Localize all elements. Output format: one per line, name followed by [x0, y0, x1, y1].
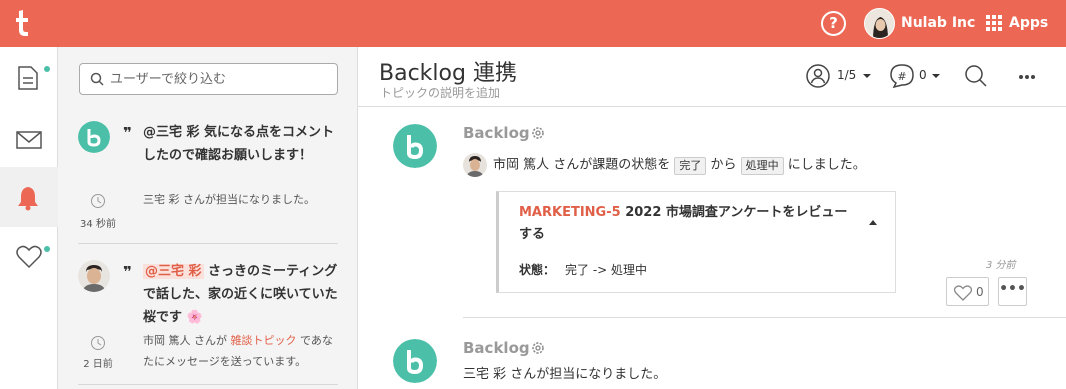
status-label: 状態： [519, 263, 556, 277]
mention-tag: @三宅 彩 [143, 264, 204, 279]
rail-notifications[interactable] [0, 167, 58, 227]
message-text-part: にしました。 [783, 157, 866, 173]
chevron-down-icon[interactable] [863, 74, 871, 78]
topic-title[interactable]: Backlog 連携 [379, 55, 517, 87]
heart-icon [16, 245, 42, 269]
collapse-caret-icon[interactable] [869, 220, 877, 225]
nav-rail [0, 47, 58, 389]
svg-text:#: # [897, 70, 906, 83]
notification-time: 34 秒前 [80, 219, 116, 230]
message-text: 三宅 彩 さんが担当になりました。 [463, 367, 667, 382]
issue-key[interactable]: MARKETING-5 [519, 205, 621, 220]
backlog-avatar[interactable] [393, 339, 437, 383]
apps-button[interactable]: Apps [1009, 15, 1048, 31]
rail-topics[interactable] [0, 47, 58, 107]
members-icon[interactable] [806, 64, 830, 88]
like-count: 0 [976, 285, 984, 299]
rail-direct-messages[interactable] [0, 107, 58, 167]
notifications-panel: ❞ @三宅 彩 気になる点をコメントしたので確認お願いします！ 34 秒前 三宅… [58, 47, 358, 389]
topic-list-icon [18, 66, 38, 90]
unread-dot [44, 66, 50, 72]
chevron-down-icon[interactable] [932, 74, 940, 78]
search-icon[interactable] [964, 64, 988, 88]
backlog-avatar [78, 121, 110, 153]
message-text-part: から [706, 157, 741, 173]
status-badge: 処理中 [740, 156, 784, 175]
notification-item[interactable]: ❞ @三宅 彩 気になる点をコメントしたので確認お願いします！ 34 秒前 三宅… [78, 121, 338, 233]
envelope-icon [16, 131, 42, 149]
topic-link[interactable]: 雑談トピック [231, 334, 297, 347]
user-avatar [78, 260, 110, 292]
body-text: 市岡 篤人 さんが [143, 334, 231, 347]
tags-count[interactable]: 0 [919, 68, 927, 82]
message-text: 市岡 篤人 さんが課題の状態を 完了 から 処理中 にしました。 [463, 153, 866, 177]
notification-title: @三宅 彩 さっきのミーティングで話した、家の近くに咲いていた桜です 🌸 [143, 260, 338, 329]
search-icon [90, 72, 104, 86]
bell-icon [18, 187, 38, 211]
notification-title: @三宅 彩 気になる点をコメントしたので確認お願いします！ [143, 125, 335, 163]
status-change-value: 完了 -> 処理中 [565, 263, 648, 277]
quote-icon: ❞ [123, 263, 132, 281]
notification-body: 市岡 篤人 さんが 雑談トピック であなたにメッセージを送っています。 [143, 330, 338, 372]
message-sender[interactable]: Backlog [463, 339, 530, 357]
message-more-button[interactable]: ••• [998, 277, 1027, 306]
like-button[interactable]: 0 [946, 277, 989, 306]
gear-icon[interactable] [530, 125, 546, 141]
quote-icon: ❞ [123, 124, 132, 142]
divider [78, 243, 338, 244]
more-icon[interactable] [1018, 74, 1036, 80]
top-bar: ? Nulab Inc Apps [0, 0, 1066, 47]
rail-likes[interactable] [0, 227, 58, 287]
message-text-part: さんが課題の状態を [549, 157, 675, 173]
tag-bubble-icon[interactable]: # [890, 64, 914, 88]
message-time: 3 分前 [986, 260, 1016, 271]
gear-icon[interactable] [530, 340, 546, 356]
notification-body: 三宅 彩 さんが担当になりました。 [143, 193, 315, 206]
members-count[interactable]: 1/5 [837, 68, 856, 82]
issue-title[interactable]: MARKETING-5 2022 市場調査アンケートをレビューする [519, 202, 859, 246]
clock-icon [91, 194, 105, 208]
backlog-avatar[interactable] [393, 124, 437, 168]
issue-status-change: 状態： 完了 -> 処理中 [519, 261, 647, 278]
backlog-issue-card[interactable]: MARKETING-5 2022 市場調査アンケートをレビューする 状態： 完了 … [496, 191, 896, 293]
notification-item[interactable]: ❞ @三宅 彩 さっきのミーティングで話した、家の近くに咲いていた桜です 🌸 2… [78, 260, 338, 385]
message-sender[interactable]: Backlog [463, 124, 530, 142]
topic-description-link[interactable]: トピックの説明を追加 [380, 84, 500, 101]
user-filter-search[interactable] [79, 63, 338, 95]
help-icon[interactable]: ? [821, 11, 846, 36]
user-name: 市岡 篤人 [493, 157, 550, 173]
org-avatar[interactable] [864, 8, 895, 39]
clock-icon [91, 336, 105, 350]
typetalk-logo[interactable] [14, 10, 30, 36]
message-divider [463, 317, 1066, 318]
divider [78, 384, 338, 385]
status-badge: 完了 [674, 156, 707, 175]
topic-main: Backlog 連携 トピックの説明を追加 1/5 # 0 Backlog 市岡… [358, 47, 1066, 389]
unread-dot [44, 246, 50, 252]
apps-grid-icon[interactable] [986, 15, 1002, 31]
header-divider [358, 106, 1066, 107]
heart-icon [954, 285, 972, 301]
org-name[interactable]: Nulab Inc [901, 15, 975, 31]
search-input[interactable] [110, 64, 332, 94]
notification-time: 2 日前 [83, 359, 113, 370]
user-avatar [463, 153, 487, 177]
